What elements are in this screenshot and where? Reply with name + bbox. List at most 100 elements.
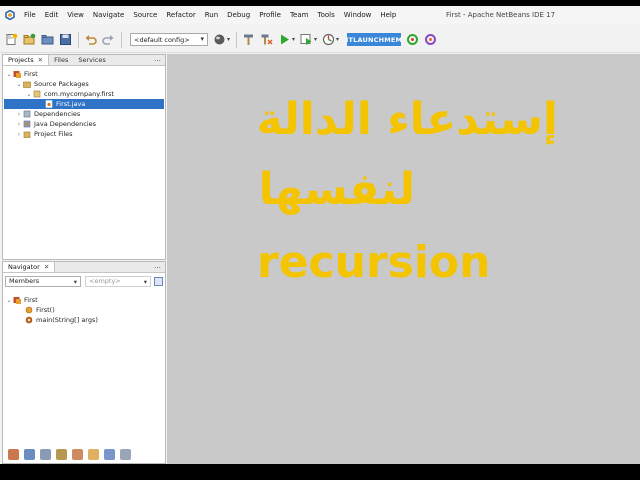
projects-panel: Projects ✕ Files Services … ⌄ First ⌄ So… xyxy=(2,54,166,260)
menu-tools[interactable]: Tools xyxy=(317,11,334,19)
java-dependencies-icon xyxy=(23,120,31,128)
tab-projects-label: Projects xyxy=(8,56,34,64)
nav-item-main-method[interactable]: main(String[] args) xyxy=(25,315,98,325)
secondary-select-value: <empty> xyxy=(89,277,121,285)
clean-build-icon[interactable] xyxy=(260,33,273,46)
window-title: First - Apache NetBeans IDE 17 xyxy=(446,11,556,19)
menu-refactor[interactable]: Refactor xyxy=(166,11,195,19)
tab-services-label: Services xyxy=(78,56,106,64)
nav-item-label: First xyxy=(24,296,38,304)
tree-item-package[interactable]: ⌄ com.mycompany.first xyxy=(25,89,113,99)
redo-icon[interactable] xyxy=(102,33,115,46)
expand-icon[interactable]: › xyxy=(15,111,23,118)
show-inner-classes-icon[interactable] xyxy=(72,448,83,460)
filters-icon[interactable] xyxy=(120,448,131,460)
overlay-title-line3: recursion xyxy=(257,237,491,288)
toolbar-separator xyxy=(236,31,238,48)
collapse-icon[interactable]: ⌄ xyxy=(5,297,13,304)
menu-run[interactable]: Run xyxy=(205,11,218,19)
menu-edit[interactable]: Edit xyxy=(45,11,59,19)
tree-item-source-packages[interactable]: ⌄ Source Packages xyxy=(15,79,89,89)
refresh-memory-icon[interactable] xyxy=(424,33,437,46)
expand-icon[interactable]: › xyxy=(15,121,23,128)
dependencies-icon xyxy=(23,110,31,118)
menu-file[interactable]: File xyxy=(24,11,36,19)
show-non-public-icon[interactable] xyxy=(56,448,67,460)
members-select-value: Members xyxy=(9,277,40,285)
nav-item-constructor[interactable]: First() xyxy=(25,305,55,315)
chevron-down-icon[interactable]: ▾ xyxy=(292,36,295,43)
tab-services[interactable]: Services xyxy=(73,55,110,65)
tab-files-label: Files xyxy=(54,56,69,64)
menu-team[interactable]: Team xyxy=(290,11,309,19)
members-select[interactable]: Members ▾ xyxy=(5,275,81,287)
menu-source[interactable]: Source xyxy=(133,11,157,19)
configuration-select[interactable]: <default config> ▾ xyxy=(130,33,208,46)
menu-window[interactable]: Window xyxy=(344,11,372,19)
collapse-icon[interactable]: ⌄ xyxy=(15,81,23,88)
gc-memory-icon[interactable] xyxy=(406,33,419,46)
netbeans-window: File Edit View Navigate Source Refactor … xyxy=(0,6,640,464)
overlay-title-line2: لنفسها xyxy=(258,164,416,215)
projects-tabbar: Projects ✕ Files Services … xyxy=(3,55,165,66)
undo-icon[interactable] xyxy=(84,33,97,46)
show-static-icon[interactable] xyxy=(40,448,51,460)
new-project-icon[interactable] xyxy=(23,33,36,46)
show-fields-icon[interactable] xyxy=(24,448,35,460)
tab-files[interactable]: Files xyxy=(49,55,73,65)
sort-by-source-icon[interactable] xyxy=(88,448,99,460)
chevron-down-icon[interactable]: ▾ xyxy=(227,36,230,43)
chevron-down-icon: ▾ xyxy=(73,277,77,286)
sort-by-name-icon[interactable] xyxy=(104,448,115,460)
tree-item-label: Java Dependencies xyxy=(34,120,97,128)
tab-projects[interactable]: Projects ✕ xyxy=(3,55,50,65)
nav-item-label: First() xyxy=(36,306,55,314)
java-file-icon xyxy=(45,100,53,108)
tree-item-java-dependencies[interactable]: › Java Dependencies xyxy=(15,119,96,129)
tab-navigator[interactable]: Navigator ✕ xyxy=(3,262,56,272)
netbeans-logo-icon xyxy=(5,10,15,20)
constructor-icon xyxy=(25,306,33,314)
nav-item-class-first[interactable]: ⌄ First xyxy=(5,295,38,305)
minimize-icon[interactable]: … xyxy=(154,55,161,63)
chevron-down-icon[interactable]: ▾ xyxy=(314,36,317,43)
menu-help[interactable]: Help xyxy=(380,11,396,19)
chevron-down-icon: ▾ xyxy=(143,277,147,286)
save-all-icon[interactable] xyxy=(59,33,72,46)
tree-item-project-files[interactable]: › Project Files xyxy=(15,129,73,139)
menu-debug[interactable]: Debug xyxy=(227,11,250,19)
nav-item-label: main(String[] args) xyxy=(36,316,98,324)
tree-item-label: First xyxy=(24,70,38,78)
chevron-down-icon[interactable]: ▾ xyxy=(336,36,339,43)
show-inherited-icon[interactable] xyxy=(8,448,19,460)
tree-item-project-first[interactable]: ⌄ First xyxy=(5,69,38,79)
run-icon[interactable] xyxy=(278,33,291,46)
toolbar-separator xyxy=(121,31,122,48)
close-icon[interactable]: ✕ xyxy=(38,56,43,64)
collapse-icon[interactable]: ⌄ xyxy=(25,91,33,98)
new-file-icon[interactable] xyxy=(5,33,18,46)
profile-icon[interactable] xyxy=(322,33,335,46)
chevron-down-icon: ▾ xyxy=(200,35,204,43)
close-icon[interactable]: ✕ xyxy=(44,263,49,271)
build-hammer-icon[interactable] xyxy=(242,33,255,46)
minimize-icon[interactable]: … xyxy=(154,262,161,270)
menu-navigate[interactable]: Navigate xyxy=(93,11,124,19)
project-icon xyxy=(13,71,21,78)
debug-icon[interactable] xyxy=(300,33,313,46)
expand-icon[interactable]: › xyxy=(15,131,23,138)
navigator-footer-toolbar xyxy=(3,445,165,463)
collapse-icon[interactable]: ⌄ xyxy=(5,71,13,78)
menu-view[interactable]: View xyxy=(67,11,84,19)
class-icon xyxy=(13,297,21,304)
toolbar-separator xyxy=(78,31,79,48)
browser-globe-icon[interactable] xyxy=(213,33,226,46)
tree-item-dependencies[interactable]: › Dependencies xyxy=(15,109,80,119)
open-project-icon[interactable] xyxy=(41,33,54,46)
package-icon xyxy=(33,90,41,98)
tree-item-label: Source Packages xyxy=(34,80,89,88)
channel-watermark-logo: ITLAUNCHMEM xyxy=(346,33,402,46)
menu-profile[interactable]: Profile xyxy=(259,11,281,19)
navigator-options-icon[interactable] xyxy=(154,276,163,286)
tree-item-first-java[interactable]: First.java xyxy=(4,99,164,109)
